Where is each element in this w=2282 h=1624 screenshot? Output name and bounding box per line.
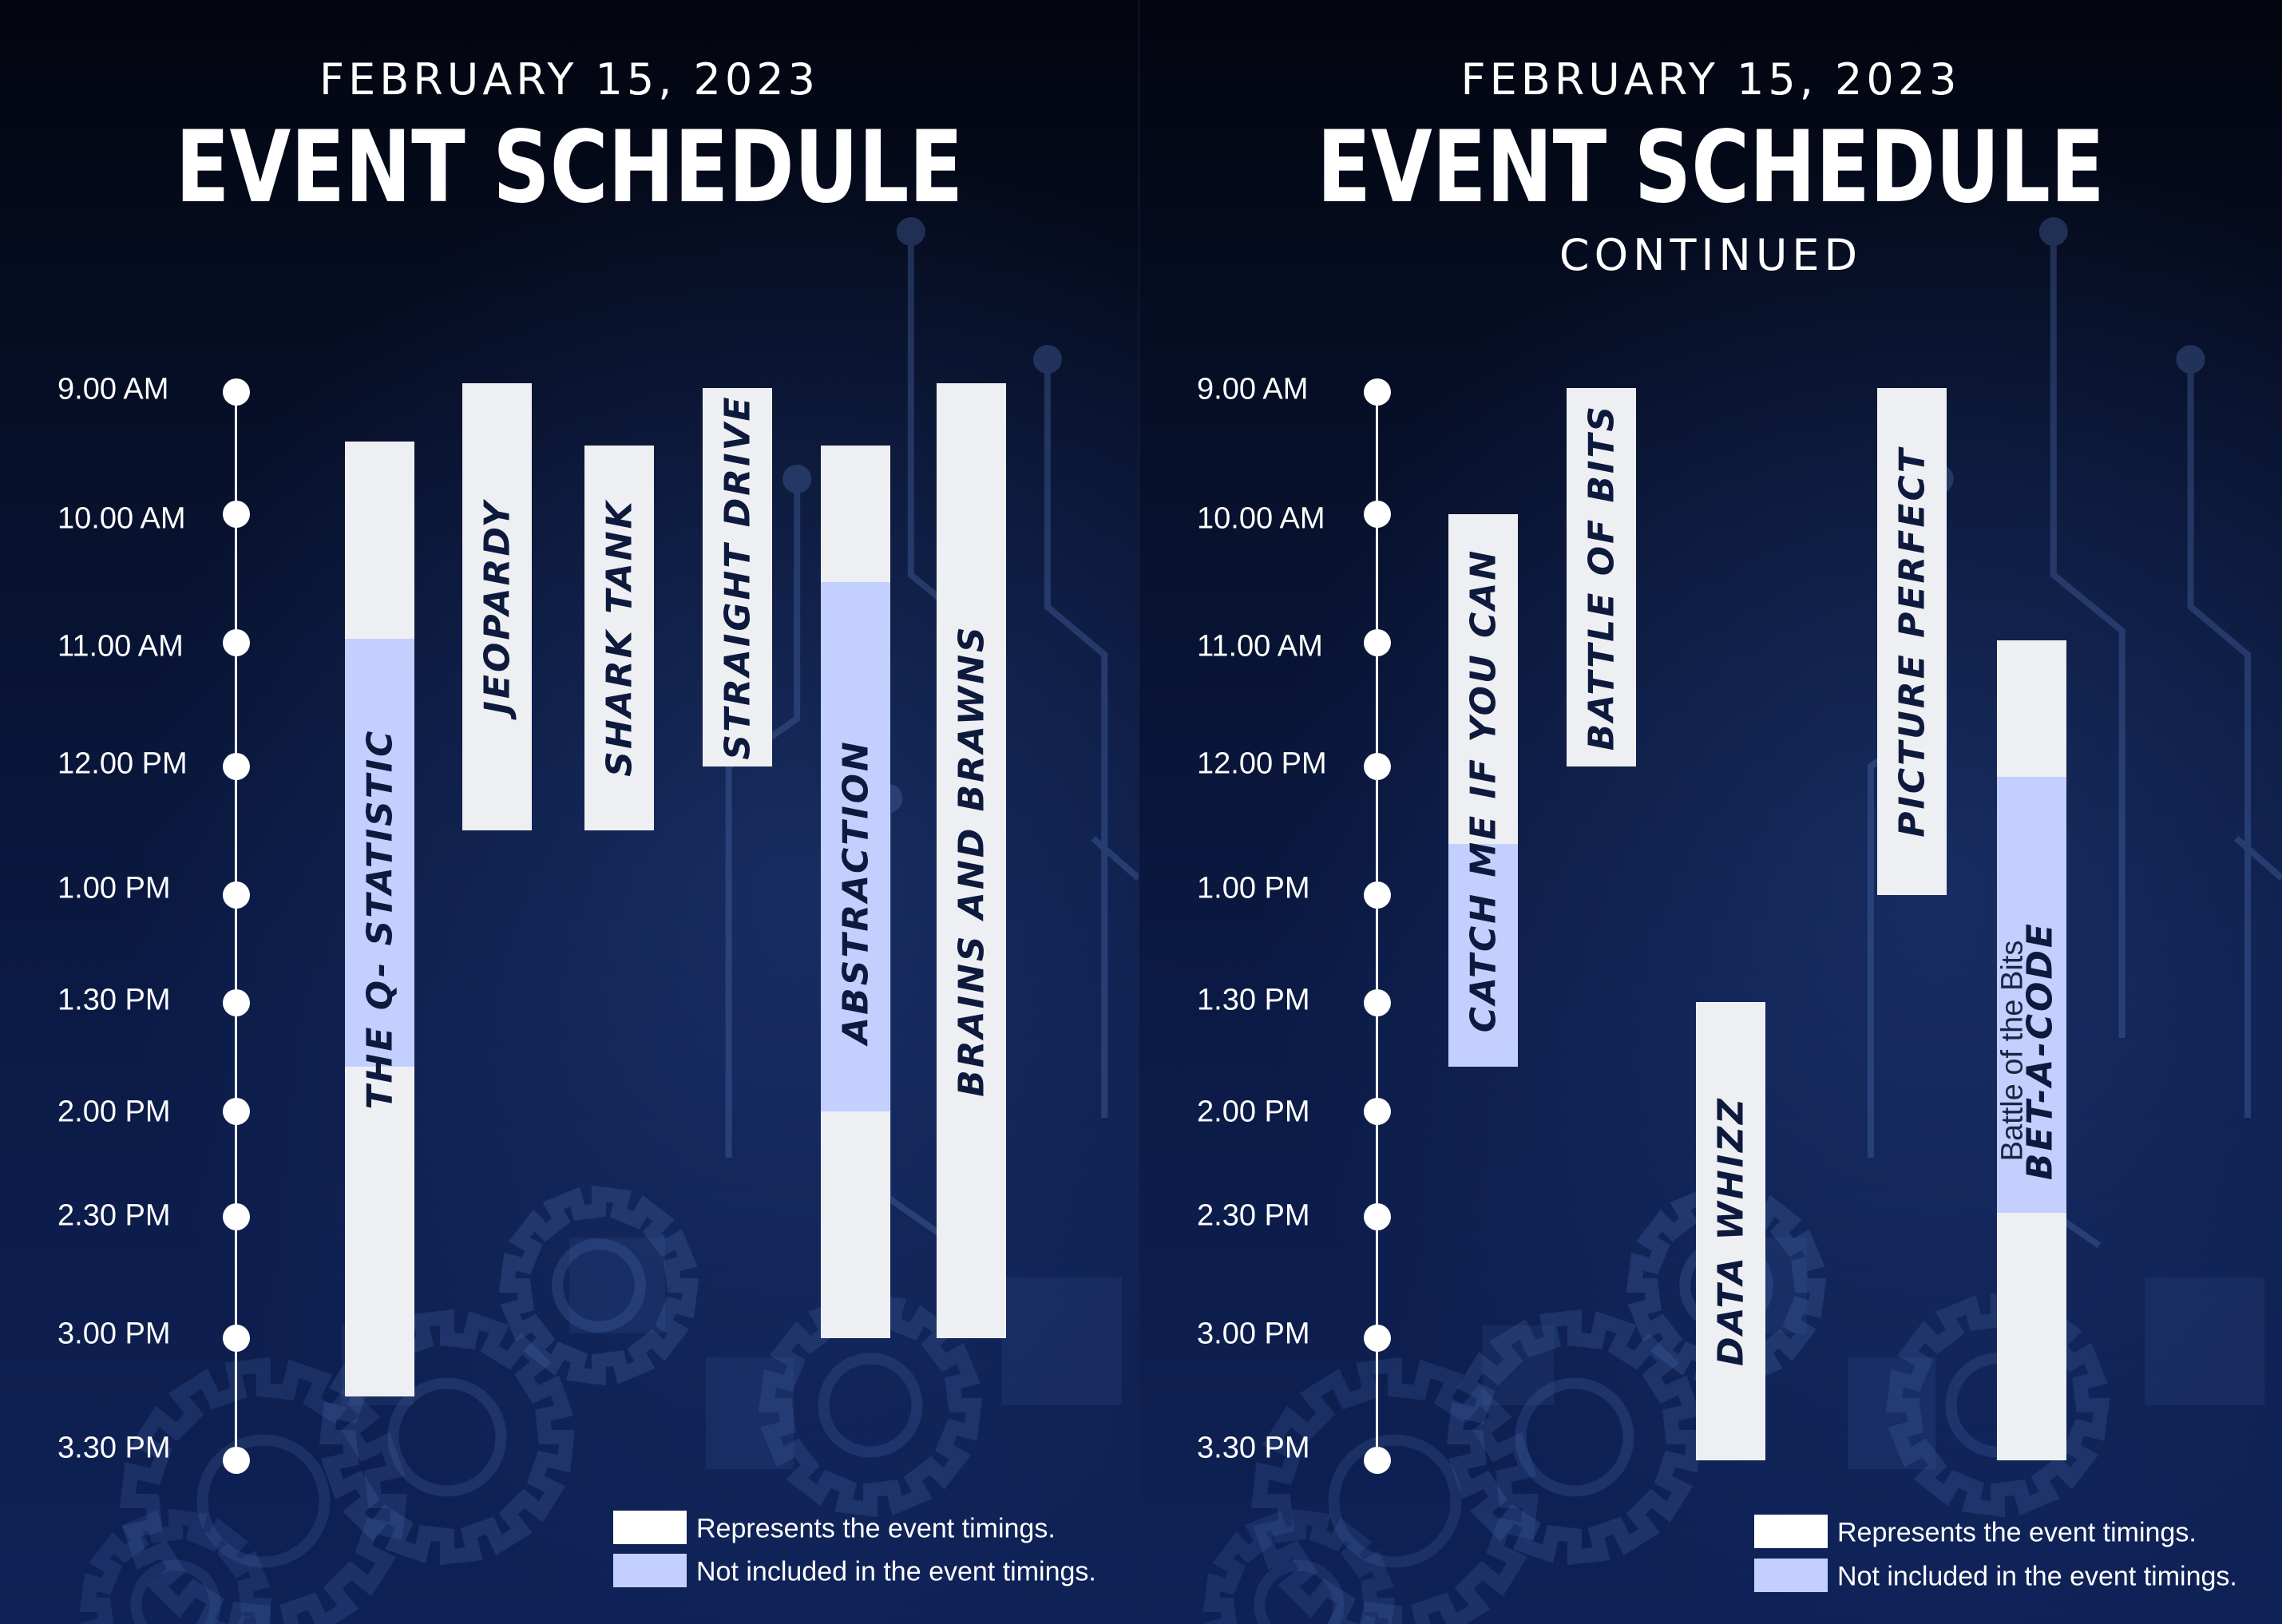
time-label: 9.00 AM — [57, 372, 169, 406]
legend-label-not-included: Not included in the event timings. — [1837, 1561, 2237, 1592]
timeline-dot — [222, 1447, 250, 1474]
timeline-dot — [1363, 501, 1391, 528]
time-label: 2.30 PM — [57, 1198, 171, 1233]
time-label: 9.00 AM — [1197, 372, 1309, 406]
schedule-page: FEBRUARY 15, 2023 EVENT SCHEDULE CONTINU… — [1139, 0, 2282, 1624]
event-bar[interactable]: ABSTRACTION — [821, 446, 890, 1338]
timeline-dot — [222, 753, 250, 780]
event-name: BET-A-CODE — [2019, 921, 2060, 1180]
time-label: 1.30 PM — [1197, 983, 1310, 1017]
event-name: CATCH ME IF YOU CAN — [1463, 548, 1504, 1033]
time-label: 3.30 PM — [1197, 1431, 1310, 1465]
time-label: 11.00 AM — [57, 629, 184, 663]
time-label: 1.00 PM — [57, 871, 171, 905]
time-label: 3.30 PM — [57, 1431, 171, 1465]
timeline-dot — [222, 881, 250, 909]
time-label: 1.30 PM — [57, 983, 171, 1017]
timeline-line — [235, 392, 237, 1460]
event-name: PICTURE PERFECT — [1892, 446, 1932, 838]
time-label: 10.00 AM — [1197, 501, 1325, 536]
timeline-dot — [222, 629, 250, 656]
time-label: 12.00 PM — [57, 747, 188, 781]
timeline-dot — [222, 989, 250, 1016]
legend-label-event: Represents the event timings. — [696, 1513, 1056, 1544]
timeline-dot — [222, 501, 250, 528]
timeline-dot — [1363, 378, 1391, 406]
event-bar[interactable]: PICTURE PERFECT — [1877, 388, 1947, 895]
legend-swatch-event — [1754, 1515, 1828, 1548]
timeline-dot — [1363, 753, 1391, 780]
time-label: 2.30 PM — [1197, 1198, 1310, 1233]
event-name: STRAIGHT DRIVE — [717, 394, 758, 760]
timeline-dot — [222, 1203, 250, 1230]
event-bar[interactable]: DATA WHIZZ — [1696, 1002, 1765, 1460]
timeline-dot — [1363, 1447, 1391, 1474]
timeline-dot — [1363, 1098, 1391, 1125]
event-bar[interactable]: STRAIGHT DRIVE — [703, 388, 772, 766]
event-name: SHARK TANK — [599, 499, 640, 777]
time-label: 11.00 AM — [1197, 629, 1323, 663]
timeline-dot — [1363, 1203, 1391, 1230]
legend-swatch-not-included — [1754, 1559, 1828, 1592]
timeline-dot — [222, 1325, 250, 1352]
timeline-dot — [222, 1098, 250, 1125]
event-bar[interactable]: SHARK TANK — [584, 446, 654, 830]
page-date: FEBRUARY 15, 2023 — [319, 54, 819, 105]
time-label: 3.00 PM — [57, 1317, 171, 1351]
time-label: 1.00 PM — [1197, 871, 1310, 905]
time-label: 2.00 PM — [57, 1095, 171, 1129]
schedule-page: FEBRUARY 15, 2023 EVENT SCHEDULE 9.00 AM… — [0, 0, 1139, 1624]
circuit-trace-icon — [725, 217, 1139, 1249]
timeline-dot — [1363, 1325, 1391, 1352]
legend-label-event: Represents the event timings. — [1837, 1517, 2197, 1548]
page-title: EVENT SCHEDULE — [175, 110, 964, 225]
event-bar[interactable]: BRAINS AND BRAWNS — [937, 383, 1006, 1338]
timeline-dot — [1363, 629, 1391, 656]
event-bar[interactable]: JEOPARDY — [462, 383, 532, 830]
page-subtitle: CONTINUED — [1559, 230, 1863, 280]
page-date: FEBRUARY 15, 2023 — [1460, 54, 1961, 105]
timeline-dot — [1363, 989, 1391, 1016]
time-label: 3.00 PM — [1197, 1317, 1310, 1351]
event-bar[interactable]: BATTLE OF BITS — [1567, 388, 1636, 766]
page-title: EVENT SCHEDULE — [1317, 110, 2105, 225]
gear-icon — [1202, 1508, 1396, 1624]
event-bar[interactable]: THE Q- STATISTIC — [345, 442, 414, 1396]
event-name: JEOPARDY — [477, 499, 517, 715]
decorative-blocks — [1482, 1238, 2265, 1469]
time-label: 2.00 PM — [1197, 1095, 1310, 1129]
event-bar[interactable]: Battle of the Bits BET-A-CODE — [1997, 640, 2066, 1460]
event-name: THE Q- STATISTIC — [359, 728, 400, 1110]
legend-label-not-included: Not included in the event timings. — [696, 1556, 1096, 1587]
legend-swatch-not-included — [613, 1554, 687, 1587]
timeline-line — [1376, 392, 1378, 1460]
event-bar[interactable]: CATCH ME IF YOU CAN — [1448, 514, 1518, 1067]
event-name: DATA WHIZZ — [1710, 1096, 1751, 1366]
timeline-dot — [222, 378, 250, 406]
time-label: 12.00 PM — [1197, 747, 1327, 781]
legend-swatch-event — [613, 1511, 687, 1544]
time-label: 10.00 AM — [57, 501, 186, 536]
event-name: BRAINS AND BRAWNS — [951, 624, 992, 1097]
event-name: BATTLE OF BITS — [1581, 403, 1622, 751]
event-name: ABSTRACTION — [835, 739, 876, 1044]
timeline-dot — [1363, 881, 1391, 909]
